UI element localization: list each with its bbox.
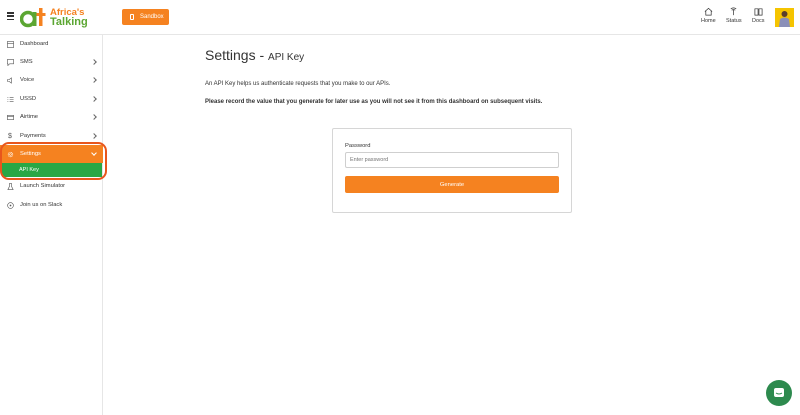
chat-icon xyxy=(6,201,14,209)
chevron-right-icon xyxy=(91,114,97,120)
sidebar-item-airtime[interactable]: Airtime xyxy=(0,108,103,126)
sidebar-item-label: Airtime xyxy=(20,114,39,120)
sidebar-item-label: Join us on Slack xyxy=(20,202,63,208)
logo-mark-icon xyxy=(19,6,47,28)
sidebar-item-sms[interactable]: SMS xyxy=(0,53,103,71)
sandbox-label: Sandbox xyxy=(140,14,164,20)
sidebar-item-dashboard[interactable]: Dashboard xyxy=(0,35,103,53)
dashboard-icon xyxy=(6,40,14,48)
nav-docs-label: Docs xyxy=(752,18,765,24)
nav-status[interactable]: Status xyxy=(726,7,742,24)
avatar[interactable] xyxy=(775,8,794,27)
sidebar-item-voice[interactable]: Voice xyxy=(0,71,103,89)
top-header: Africa's Talking Sandbox Home Status Doc… xyxy=(0,0,800,35)
sidebar-item-ussd[interactable]: USSD xyxy=(0,90,103,108)
chevron-right-icon xyxy=(91,77,97,83)
home-icon xyxy=(704,7,713,16)
brand-line2: Talking xyxy=(50,15,88,28)
phone-icon xyxy=(130,14,134,20)
sms-icon xyxy=(6,58,14,66)
airtime-icon xyxy=(6,113,14,121)
api-key-warning: Please record the value that you generat… xyxy=(205,99,543,105)
chat-bubble-icon xyxy=(774,388,784,397)
ussd-icon xyxy=(6,95,14,103)
sidebar-item-label: SMS xyxy=(20,59,33,65)
api-key-description: An API Key helps us authenticate request… xyxy=(205,81,391,87)
nav-home-label: Home xyxy=(701,18,716,24)
sidebar-item-label: Launch Simulator xyxy=(20,183,66,189)
status-icon xyxy=(730,7,737,16)
password-label: Password xyxy=(345,143,371,149)
nav-home[interactable]: Home xyxy=(701,7,716,24)
highlight-annotation-ring xyxy=(0,142,107,180)
chevron-right-icon xyxy=(91,133,97,139)
flask-icon xyxy=(6,182,14,190)
sidebar-item-label: Voice xyxy=(20,77,35,83)
brand-logo[interactable]: Africa's Talking xyxy=(19,6,88,28)
chat-widget-button[interactable] xyxy=(766,380,792,406)
nav-status-label: Status xyxy=(726,18,742,24)
hamburger-menu-icon[interactable] xyxy=(7,12,14,21)
password-field[interactable] xyxy=(345,152,559,168)
chevron-right-icon xyxy=(91,96,97,102)
sidebar-item-label: Dashboard xyxy=(20,41,49,47)
sandbox-button[interactable]: Sandbox xyxy=(122,9,169,25)
chevron-right-icon xyxy=(91,59,97,65)
generate-key-card xyxy=(332,128,572,213)
page-title: Settings - API Key xyxy=(205,47,304,63)
nav-docs[interactable]: Docs xyxy=(752,7,765,24)
voice-icon xyxy=(6,76,14,84)
docs-icon xyxy=(754,8,763,16)
page-title-main: Settings - xyxy=(205,47,269,63)
sidebar-item-launch-simulator[interactable]: Launch Simulator xyxy=(0,177,103,195)
sidebar-item-slack[interactable]: Join us on Slack xyxy=(0,196,103,214)
sidebar-item-label: USSD xyxy=(20,96,37,102)
dollar-icon: $ xyxy=(8,132,12,140)
page-subtitle: API Key xyxy=(268,52,305,63)
generate-button[interactable]: Generate xyxy=(345,176,559,193)
sidebar-item-label: Payments xyxy=(20,133,46,139)
